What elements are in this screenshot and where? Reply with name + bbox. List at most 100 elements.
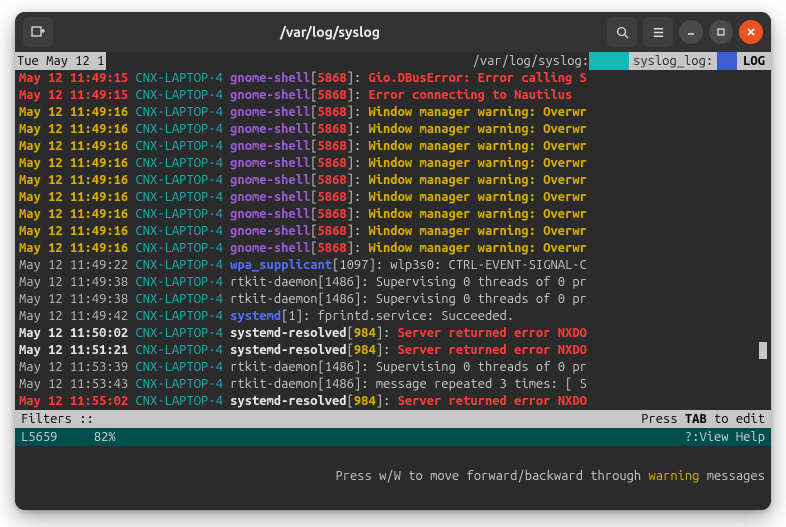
- terminal-window: /var/log/syslog Tue May 12 1 /var/log/sy…: [15, 12, 771, 510]
- log-timestamp: May 12 11:51:21: [19, 343, 128, 357]
- log-message: Window manager warning: Overwr: [361, 139, 587, 153]
- log-pid: 5868: [318, 122, 347, 136]
- log-line[interactable]: May 12 11:49:16 CNX-LAPTOP-4 gnome-shell…: [19, 138, 767, 155]
- log-message: Window manager warning: Overwr: [361, 122, 587, 136]
- log-line[interactable]: May 12 11:53:43 CNX-LAPTOP-4 rtkit-daemo…: [19, 376, 767, 393]
- log-line[interactable]: May 12 11:49:15 CNX-LAPTOP-4 gnome-shell…: [19, 70, 767, 87]
- new-tab-button[interactable]: [23, 17, 53, 47]
- scroll-marker: [759, 342, 767, 359]
- log-line[interactable]: May 12 11:49:16 CNX-LAPTOP-4 gnome-shell…: [19, 104, 767, 121]
- log-host: CNX-LAPTOP-4: [135, 71, 222, 85]
- log-host: CNX-LAPTOP-4: [135, 309, 222, 323]
- close-button[interactable]: [739, 20, 763, 44]
- log-host: CNX-LAPTOP-4: [135, 360, 222, 374]
- log-process: gnome-shell: [230, 190, 310, 204]
- log-message: Window manager warning: Overwr: [361, 241, 587, 255]
- titlebar: /var/log/syslog: [15, 12, 771, 52]
- log-host: CNX-LAPTOP-4: [135, 173, 222, 187]
- status-date: Tue May 12 1: [15, 52, 106, 70]
- log-pid: 5868: [318, 156, 347, 170]
- log-pid: 984: [354, 394, 376, 408]
- log-timestamp: May 12 11:49:16: [19, 241, 128, 255]
- log-process: systemd-resolved: [230, 394, 346, 408]
- log-pid: 5868: [318, 207, 347, 221]
- log-process: gnome-shell: [230, 173, 310, 187]
- log-host: CNX-LAPTOP-4: [135, 275, 222, 289]
- maximize-icon: [715, 26, 727, 38]
- log-message: Server returned error NXDO: [390, 394, 587, 408]
- log-message: Supervising 0 threads of 0 pr: [368, 360, 586, 374]
- log-line[interactable]: May 12 11:49:16 CNX-LAPTOP-4 gnome-shell…: [19, 172, 767, 189]
- log-message: Window manager warning: Overwr: [361, 105, 587, 119]
- search-icon: [615, 25, 630, 40]
- log-host: CNX-LAPTOP-4: [135, 88, 222, 102]
- log-host: CNX-LAPTOP-4: [135, 241, 222, 255]
- terminal-body[interactable]: Tue May 12 1 /var/log/syslog: syslog_log…: [15, 52, 771, 510]
- log-line[interactable]: May 12 11:50:02 CNX-LAPTOP-4 systemd-res…: [19, 325, 767, 342]
- log-pid: 984: [354, 326, 376, 340]
- maximize-button[interactable]: [709, 20, 733, 44]
- log-process: gnome-shell: [230, 241, 310, 255]
- log-message: Supervising 0 threads of 0 pr: [368, 275, 586, 289]
- log-message: Server returned error NXDO: [390, 343, 587, 357]
- menu-button[interactable]: [643, 17, 673, 47]
- log-line[interactable]: May 12 11:53:39 CNX-LAPTOP-4 rtkit-daemo…: [19, 359, 767, 376]
- log-line[interactable]: May 12 11:49:38 CNX-LAPTOP-4 rtkit-daemo…: [19, 291, 767, 308]
- log-line[interactable]: May 12 11:49:16 CNX-LAPTOP-4 gnome-shell…: [19, 155, 767, 172]
- log-host: CNX-LAPTOP-4: [135, 258, 222, 272]
- log-host: CNX-LAPTOP-4: [135, 207, 222, 221]
- log-host: CNX-LAPTOP-4: [135, 105, 222, 119]
- log-process: rtkit-daemon: [230, 292, 317, 306]
- log-pid: 5868: [318, 224, 347, 238]
- log-message: Window manager warning: Overwr: [361, 156, 587, 170]
- log-line[interactable]: May 12 11:49:16 CNX-LAPTOP-4 gnome-shell…: [19, 223, 767, 240]
- log-message: Gio.DBusError: Error calling S: [361, 71, 587, 85]
- log-message: Server returned error NXDO: [390, 326, 587, 340]
- log-line[interactable]: May 12 11:51:21 CNX-LAPTOP-4 systemd-res…: [19, 342, 767, 359]
- log-pid: 5868: [318, 105, 347, 119]
- log-process: gnome-shell: [230, 139, 310, 153]
- log-line[interactable]: May 12 11:49:16 CNX-LAPTOP-4 gnome-shell…: [19, 189, 767, 206]
- log-line[interactable]: May 12 11:49:16 CNX-LAPTOP-4 gnome-shell…: [19, 206, 767, 223]
- log-line[interactable]: May 12 11:49:16 CNX-LAPTOP-4 gnome-shell…: [19, 240, 767, 257]
- log-timestamp: May 12 11:53:39: [19, 360, 128, 374]
- log-host: CNX-LAPTOP-4: [135, 377, 222, 391]
- minimize-button[interactable]: [679, 20, 703, 44]
- log-timestamp: May 12 11:49:16: [19, 156, 128, 170]
- log-host: CNX-LAPTOP-4: [135, 190, 222, 204]
- log-pid: 1486: [325, 292, 354, 306]
- log-line[interactable]: May 12 11:49:22 CNX-LAPTOP-4 wpa_supplic…: [19, 257, 767, 274]
- log-line[interactable]: May 12 11:49:42 CNX-LAPTOP-4 systemd[1]:…: [19, 308, 767, 325]
- log-timestamp: May 12 11:49:16: [19, 105, 128, 119]
- log-message: message repeated 3 times: [ S: [368, 377, 586, 391]
- filters-bar[interactable]: Filters :: Press TAB to edit: [15, 410, 771, 428]
- log-timestamp: May 12 11:49:16: [19, 139, 128, 153]
- log-line[interactable]: May 12 11:49:38 CNX-LAPTOP-4 rtkit-daemo…: [19, 274, 767, 291]
- log-host: CNX-LAPTOP-4: [135, 326, 222, 340]
- lnav-top-status: Tue May 12 1 /var/log/syslog: syslog_log…: [15, 52, 771, 70]
- log-timestamp: May 12 11:55:02: [19, 394, 128, 408]
- bottom-status: L5659 82% ?:View Help: [15, 428, 771, 446]
- log-host: CNX-LAPTOP-4: [135, 292, 222, 306]
- log-timestamp: May 12 11:49:22: [19, 258, 128, 272]
- log-line[interactable]: May 12 11:49:15 CNX-LAPTOP-4 gnome-shell…: [19, 87, 767, 104]
- log-message: Window manager warning: Overwr: [361, 224, 587, 238]
- log-message: fprintd.service: Succeeded.: [310, 309, 514, 323]
- log-process: gnome-shell: [230, 122, 310, 136]
- log-process: systemd-resolved: [230, 343, 346, 357]
- log-message: Window manager warning: Overwr: [361, 207, 587, 221]
- log-line[interactable]: May 12 11:49:16 CNX-LAPTOP-4 gnome-shell…: [19, 121, 767, 138]
- log-pid: 1486: [325, 377, 354, 391]
- log-message: Window manager warning: Overwr: [361, 173, 587, 187]
- log-timestamp: May 12 11:50:02: [19, 326, 128, 340]
- log-lines[interactable]: May 12 11:49:15 CNX-LAPTOP-4 gnome-shell…: [15, 70, 771, 410]
- log-process: gnome-shell: [230, 224, 310, 238]
- search-button[interactable]: [607, 17, 637, 47]
- log-line[interactable]: May 12 11:55:02 CNX-LAPTOP-4 systemd-res…: [19, 393, 767, 410]
- log-pid: 5868: [318, 88, 347, 102]
- help-hint: ?:View Help: [685, 428, 765, 446]
- log-process: gnome-shell: [230, 88, 310, 102]
- status-sep-cyan: [589, 52, 629, 70]
- log-timestamp: May 12 11:49:15: [19, 71, 128, 85]
- log-timestamp: May 12 11:53:43: [19, 377, 128, 391]
